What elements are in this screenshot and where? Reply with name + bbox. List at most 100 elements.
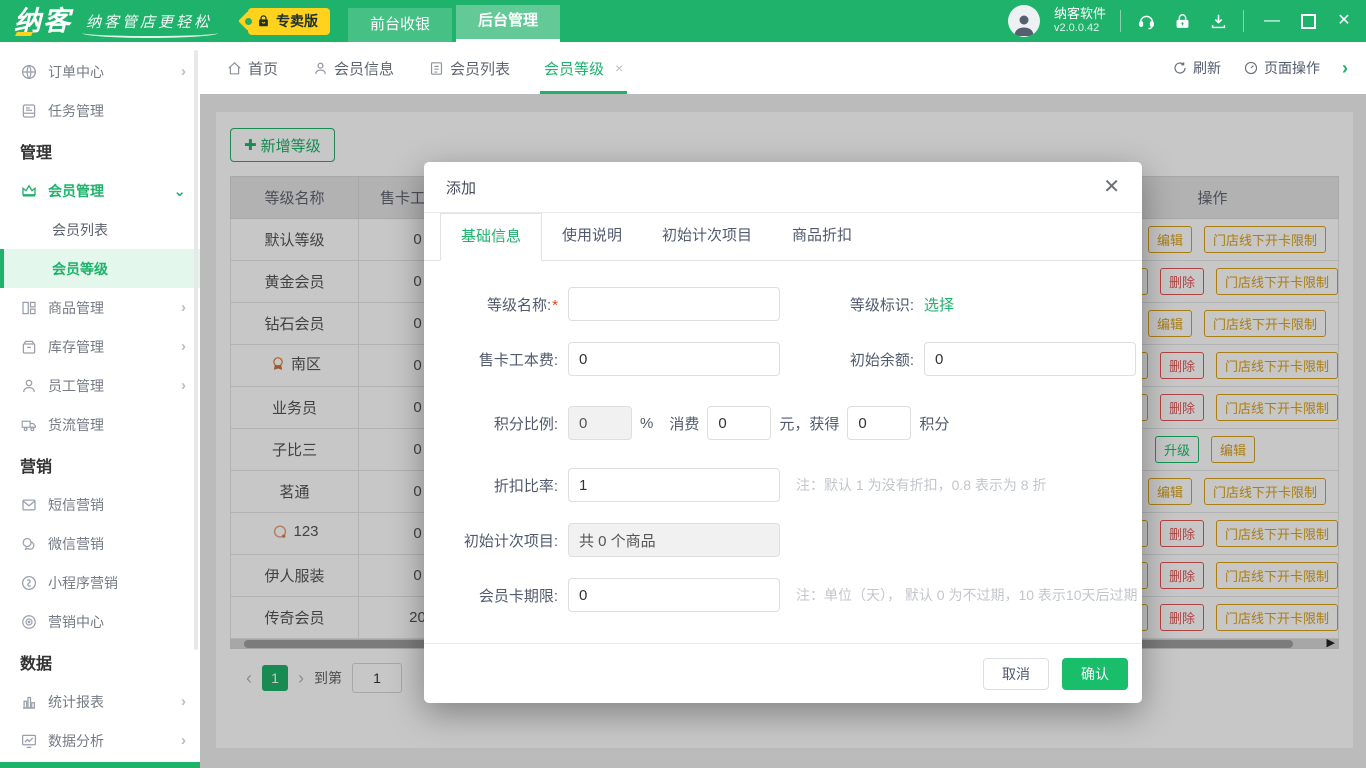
init-balance-group: 初始余额: (814, 342, 1136, 376)
titlebar: 纳客 纳客管店更轻松 专卖版 前台收银后台管理 纳客软件 v2.0.0.42 —… (0, 0, 1366, 42)
chevron-right-icon: › (181, 299, 186, 316)
miniapp-icon (20, 574, 38, 592)
sidebar-item-短信营销[interactable]: 短信营销 (0, 485, 200, 524)
tab-close-icon[interactable]: × (615, 60, 623, 76)
mode-button-backoffice[interactable]: 后台管理 (456, 5, 560, 42)
tab-label: 会员列表 (450, 58, 510, 79)
open-tabs: 首页 会员信息 会员列表 会员等级× (226, 42, 623, 94)
tab-会员列表[interactable]: 会员列表 (428, 42, 510, 94)
level-name-label: 等级名称:* (458, 294, 568, 315)
chevron-right-icon: › (181, 377, 186, 394)
sidebar-item-库存管理[interactable]: 库存管理› (0, 327, 200, 366)
sidebar-item-员工管理[interactable]: 员工管理› (0, 366, 200, 405)
refresh-icon (1172, 60, 1188, 76)
tab-会员等级[interactable]: 会员等级× (544, 42, 623, 94)
init-count-label: 初始计次项目: (458, 530, 568, 551)
globe-icon (20, 63, 38, 81)
avatar[interactable] (1008, 5, 1040, 37)
tab-label: 会员信息 (334, 58, 394, 79)
goods-icon (20, 299, 38, 317)
card-expire-note: 注：单位（天）， 默认 0 为不过期，10 表示10天后过期 (796, 585, 1138, 605)
action-刷新[interactable]: 刷新 (1172, 58, 1221, 78)
app-logo: 纳客 (14, 0, 72, 42)
sidebar-item-营销中心[interactable]: 营销中心 (0, 602, 200, 641)
sidebar-subitem-会员等级[interactable]: 会员等级 (0, 249, 200, 288)
sidebar-item-会员管理[interactable]: 会员管理⌄ (0, 171, 200, 210)
points-ratio-label: 积分比例: (458, 413, 568, 434)
lock-icon (1173, 12, 1192, 31)
sidebar-item-货流管理[interactable]: 货流管理 (0, 405, 200, 444)
discount-input[interactable] (568, 468, 780, 502)
sidebar-item-小程序营销[interactable]: 小程序营销 (0, 563, 200, 602)
modal-tabs: 基础信息使用说明初始计次项目商品折扣 (424, 213, 1142, 261)
close-button[interactable]: ✕ (1336, 13, 1352, 29)
sidebar-bottom-strip (0, 762, 200, 768)
action-页面操作[interactable]: 页面操作 (1243, 58, 1320, 78)
window-controls: — ✕ (1264, 13, 1352, 29)
sidebar-item-label: 订单中心 (48, 62, 171, 82)
mode-button-cashier[interactable]: 前台收银 (348, 8, 452, 42)
discount-note: 注：默认 1 为没有折扣，0.8 表示为 8 折 (796, 475, 1046, 495)
modal-tab-使用说明[interactable]: 使用说明 (542, 213, 642, 259)
person-icon (1012, 12, 1036, 36)
modal-title: 添加 (446, 177, 476, 198)
form-row-name-mark: 等级名称:* 等级标识: 选择 (458, 287, 1112, 321)
consume-amount-input[interactable] (707, 406, 771, 440)
action-label: 刷新 (1193, 58, 1221, 78)
init-balance-input[interactable] (924, 342, 1136, 376)
consume-label: 消费 (669, 413, 699, 434)
minimize-button[interactable]: — (1264, 13, 1280, 29)
tab-会员信息[interactable]: 会员信息 (312, 42, 394, 94)
card-fee-input[interactable] (568, 342, 780, 376)
sidebar: 订单中心›任务管理管理会员管理⌄会员列表会员等级商品管理›库存管理›员工管理›货… (0, 42, 200, 768)
maximize-button[interactable] (1300, 13, 1316, 29)
sidebar-section-管理: 管理 (0, 130, 200, 171)
points-ratio-input[interactable] (568, 406, 632, 440)
init-count-input[interactable] (568, 523, 780, 557)
form-row-expire: 会员卡期限: 注：单位（天）， 默认 0 为不过期，10 表示10天后过期 (458, 578, 1112, 612)
sidebar-item-统计报表[interactable]: 统计报表› (0, 682, 200, 721)
card-expire-label: 会员卡期限: (458, 585, 568, 606)
sidebar-item-label: 营销中心 (48, 612, 186, 632)
chevron-right-icon[interactable]: › (1342, 58, 1348, 79)
tab-actions: 刷新 页面操作 › (1172, 58, 1348, 79)
card-fee-label: 售卡工本费: (458, 349, 568, 370)
modal-close-icon[interactable]: ✕ (1103, 177, 1120, 197)
modal-tab-初始计次项目[interactable]: 初始计次项目 (642, 213, 772, 259)
modal-footer: 取消 确认 (424, 643, 1142, 703)
modal-tab-基础信息[interactable]: 基础信息 (440, 213, 542, 261)
download-icon (1209, 12, 1228, 31)
divider (1120, 10, 1121, 32)
tab-首页[interactable]: 首页 (226, 42, 278, 94)
sidebar-section-营销: 营销 (0, 444, 200, 485)
user-icon (312, 60, 329, 77)
support-button[interactable] (1135, 10, 1157, 32)
sidebar-item-微信营销[interactable]: 微信营销 (0, 524, 200, 563)
gain-points-input[interactable] (847, 406, 911, 440)
percent-sign: % (640, 415, 653, 432)
sidebar-subitem-会员列表[interactable]: 会员列表 (0, 210, 200, 249)
truck-icon (20, 416, 38, 434)
edition-badge: 专卖版 (248, 8, 330, 35)
sidebar-item-任务管理[interactable]: 任务管理 (0, 91, 200, 130)
modal-tab-商品折扣[interactable]: 商品折扣 (772, 213, 872, 259)
lock-button[interactable] (1171, 10, 1193, 32)
sidebar-item-label: 库存管理 (48, 337, 171, 357)
sidebar-section-数据: 数据 (0, 641, 200, 682)
modal-header: 添加 ✕ (424, 162, 1142, 213)
sidebar-item-订单中心[interactable]: 订单中心› (0, 52, 200, 91)
sidebar-item-label: 短信营销 (48, 495, 186, 515)
list-icon (428, 60, 445, 77)
add-level-modal: 添加 ✕ 基础信息使用说明初始计次项目商品折扣 等级名称:* 等级标识: 选择 … (424, 162, 1142, 703)
mode-switcher: 前台收银后台管理 (348, 0, 560, 42)
sidebar-item-数据分析[interactable]: 数据分析› (0, 721, 200, 760)
level-mark-select-link[interactable]: 选择 (924, 294, 954, 315)
cancel-button[interactable]: 取消 (983, 658, 1049, 690)
card-expire-input[interactable] (568, 578, 780, 612)
level-name-input[interactable] (568, 287, 780, 321)
crown-icon (20, 182, 38, 200)
download-button[interactable] (1207, 10, 1229, 32)
confirm-button[interactable]: 确认 (1062, 658, 1128, 690)
sidebar-item-商品管理[interactable]: 商品管理› (0, 288, 200, 327)
action-label: 页面操作 (1264, 58, 1320, 78)
